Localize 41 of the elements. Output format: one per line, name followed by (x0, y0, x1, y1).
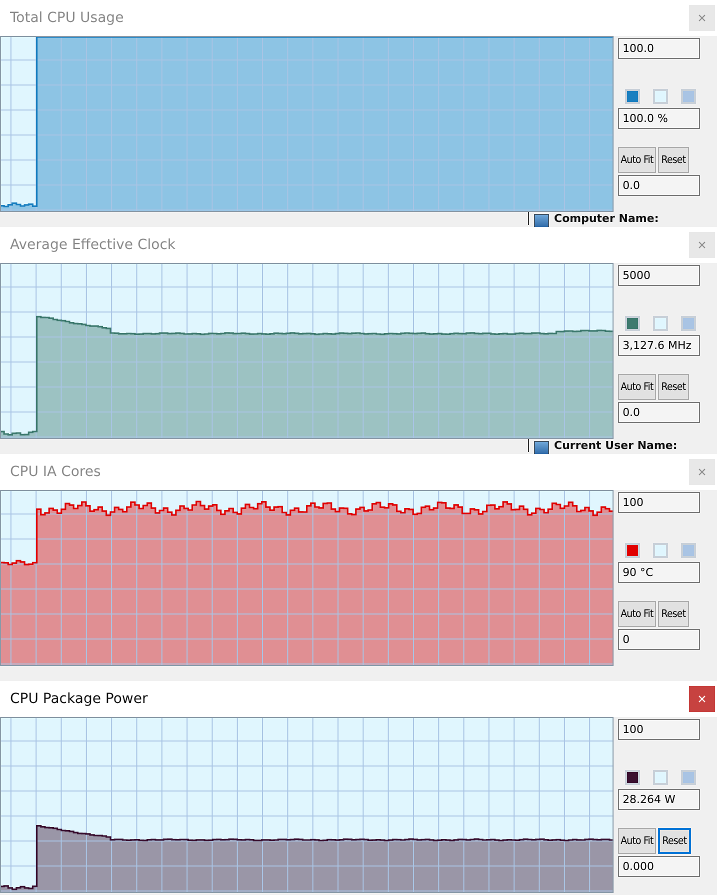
color-swatch[interactable] (652, 770, 668, 785)
info-label: Current User Name: (554, 439, 678, 453)
max-field[interactable]: 100.0 (618, 38, 700, 59)
max-field[interactable]: 100 (618, 492, 700, 513)
auto-fit-button[interactable]: Auto Fit (618, 601, 656, 627)
window-title: CPU Package Power (10, 691, 148, 707)
color-swatch[interactable] (652, 89, 668, 104)
color-swatch[interactable] (624, 89, 640, 104)
min-field[interactable]: 0.0 (618, 175, 700, 196)
max-field[interactable]: 100 (618, 719, 700, 740)
reset-button[interactable]: Reset (658, 828, 691, 854)
color-swatch[interactable] (680, 770, 696, 785)
current-value-field: 3,127.6 MHz (618, 335, 700, 356)
computer-icon (534, 214, 549, 227)
color-swatch[interactable] (624, 543, 640, 558)
max-field[interactable]: 5000 (618, 265, 700, 286)
info-label: Computer Name: (554, 212, 659, 226)
reset-button[interactable]: Reset (658, 601, 689, 627)
color-swatch[interactable] (680, 89, 696, 104)
auto-fit-button[interactable]: Auto Fit (618, 147, 656, 173)
window-title: Total CPU Usage (10, 10, 124, 26)
color-swatch[interactable] (624, 770, 640, 785)
min-field[interactable]: 0.000 (618, 856, 700, 877)
min-field[interactable]: 0.0 (618, 402, 700, 423)
color-swatch[interactable] (680, 543, 696, 558)
reset-button[interactable]: Reset (658, 147, 689, 173)
color-swatch[interactable] (680, 316, 696, 331)
current-value-field: 90 °C (618, 562, 700, 583)
window-title: CPU IA Cores (10, 464, 101, 480)
window-title: Average Effective Clock (10, 237, 176, 253)
current-value-field: 28.264 W (618, 789, 700, 810)
close-button[interactable]: × (689, 686, 715, 712)
min-field[interactable]: 0 (618, 629, 700, 650)
color-swatch[interactable] (652, 543, 668, 558)
computer-icon (534, 441, 549, 454)
color-swatch[interactable] (624, 316, 640, 331)
color-swatch[interactable] (652, 316, 668, 331)
current-value-field: 100.0 % (618, 108, 700, 129)
reset-button[interactable]: Reset (658, 374, 689, 400)
auto-fit-button[interactable]: Auto Fit (618, 828, 656, 854)
auto-fit-button[interactable]: Auto Fit (618, 374, 656, 400)
